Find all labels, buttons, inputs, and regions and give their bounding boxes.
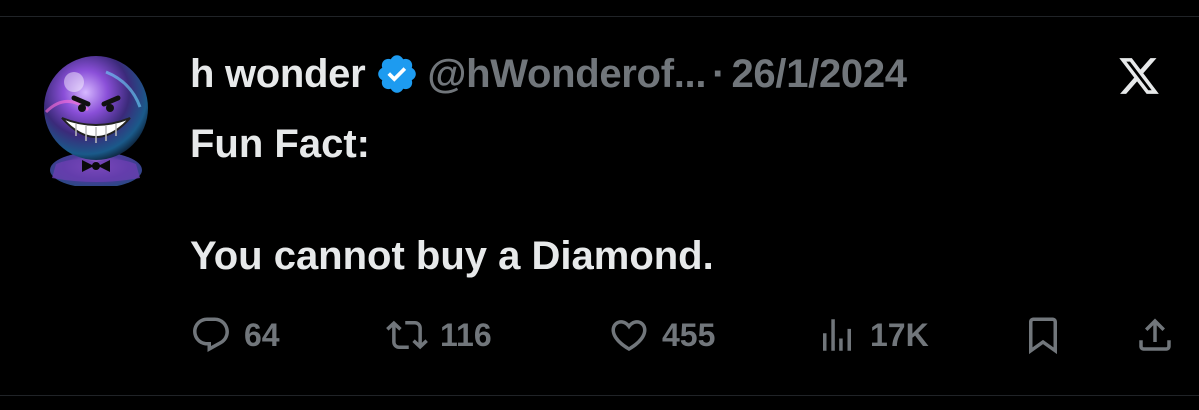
retweet-icon	[386, 320, 428, 350]
like-count: 455	[662, 316, 716, 353]
verified-badge-icon[interactable]	[375, 52, 419, 96]
reply-count: 64	[244, 316, 280, 353]
like-button[interactable]: 455	[608, 312, 715, 358]
bottom-divider	[0, 395, 1199, 396]
share-button[interactable]	[1134, 312, 1176, 358]
views-button[interactable]: 17K	[816, 312, 929, 358]
tweet-date[interactable]: 26/1/2024	[731, 52, 907, 97]
tweet-text: Fun Fact: You cannot buy a Diamond.	[190, 116, 1130, 284]
bookmark-icon	[1029, 317, 1057, 355]
display-name[interactable]: h wonder	[190, 52, 366, 97]
heart-icon	[611, 320, 647, 352]
reply-button[interactable]: 64	[190, 312, 280, 358]
share-icon	[1139, 318, 1171, 351]
user-handle[interactable]: @hWonderof...	[427, 52, 706, 97]
tweet-text-line: Fun Fact:	[190, 122, 370, 166]
avatar-image	[44, 56, 148, 188]
tweet-text-line	[190, 172, 1130, 228]
retweet-button[interactable]: 116	[386, 312, 492, 358]
action-bar: 64 116 455 17K	[190, 312, 1175, 358]
tweet-text-line: You cannot buy a Diamond.	[190, 234, 714, 278]
retweet-count: 116	[440, 316, 492, 353]
reply-icon	[193, 317, 229, 352]
top-divider	[0, 16, 1199, 17]
tweet-header: h wonder @hWonderof... · 26/1/2024	[190, 50, 907, 98]
views-icon	[823, 319, 851, 351]
avatar[interactable]	[36, 52, 156, 188]
separator-dot: ·	[712, 51, 726, 96]
x-logo-icon[interactable]	[1116, 54, 1162, 98]
bookmark-button[interactable]	[1022, 312, 1064, 358]
views-count: 17K	[870, 316, 929, 353]
